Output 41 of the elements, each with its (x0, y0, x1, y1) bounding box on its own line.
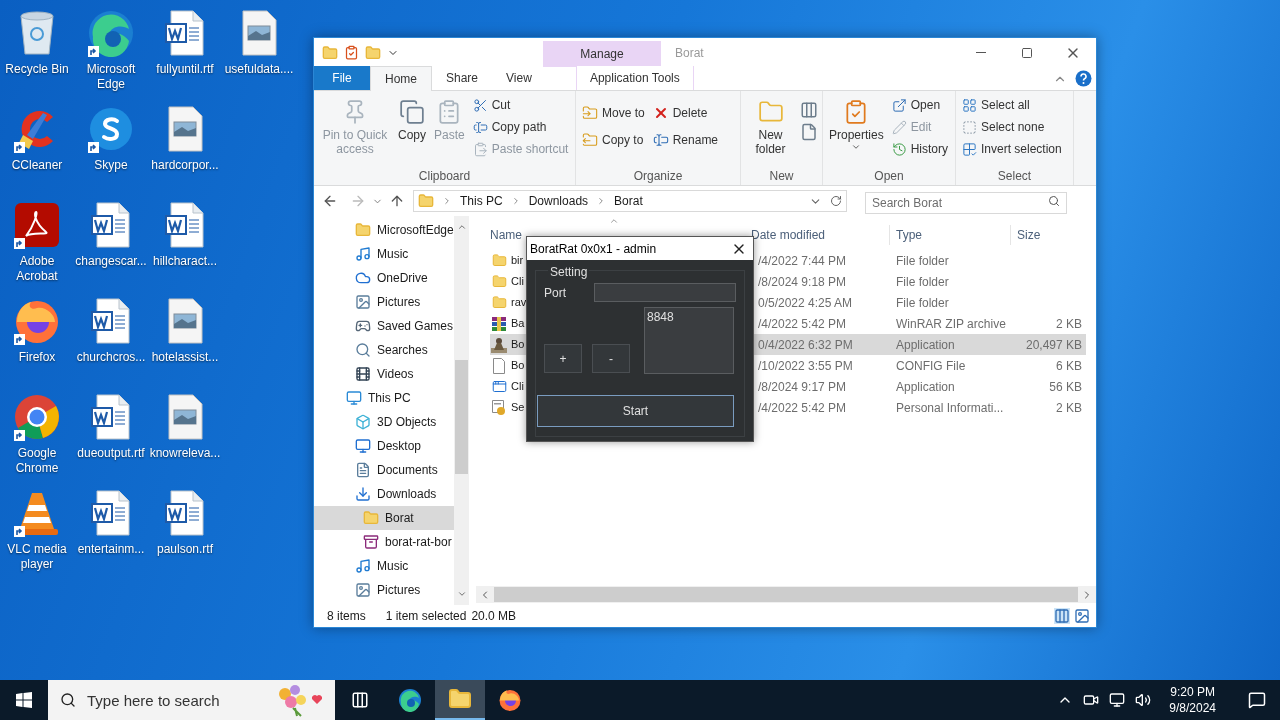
type-cell-text: File folder (896, 252, 950, 270)
ribbon-group-label: New (768, 168, 795, 185)
size-cell-text: 2 KB (1055, 399, 1083, 417)
port-label: Port (544, 284, 566, 302)
window-title: Borat (675, 44, 704, 62)
ribbon-group-label: Open (873, 168, 905, 185)
status-text: 20.0 MB (471, 608, 517, 625)
type-cell-text: Application (896, 378, 956, 396)
status-text: 8 items (327, 608, 366, 625)
file-name: Bo (511, 337, 525, 353)
type-cell-text: WinRAR ZIP archive (896, 315, 1007, 333)
date-cell-text: /8/2024 9:17 PM (757, 378, 848, 396)
date-cell-text: /4/2022 7:44 PM (757, 252, 848, 270)
date-cell-text: 0/5/2022 4:25 AM (757, 294, 854, 312)
date-cell-text: /10/2022 3:55 PM (757, 357, 854, 375)
ribbon-group-label: Clipboard (417, 168, 472, 185)
type-cell-text: Personal Informati... (896, 399, 1005, 417)
file-name: Ba (511, 316, 525, 332)
file-name: Cli (511, 274, 524, 290)
ribbon-group-label: Organize (632, 168, 684, 185)
file-name: Cli (511, 379, 524, 395)
file-name: rav (511, 295, 527, 311)
size-cell-text: 6 KB (1055, 357, 1083, 375)
date-cell-text: /4/2022 5:42 PM (757, 399, 848, 417)
file-name: bir (511, 253, 524, 269)
size-cell-text: 56 KB (1048, 378, 1083, 396)
type-cell-text: File folder (896, 294, 950, 312)
type-cell-text: File folder (896, 273, 950, 291)
context-tab-header: Manage (543, 41, 661, 67)
size-cell-text: 2 KB (1055, 315, 1083, 333)
type-cell: Application (896, 334, 1010, 355)
ribbon-group-label: Select (996, 168, 1033, 185)
size-cell: 20,497 KB (1010, 334, 1086, 355)
date-cell-text: /8/2024 9:18 PM (757, 273, 848, 291)
status-text: 1 item selected (385, 608, 467, 625)
date-cell: 0/4/2022 6:32 PM (752, 334, 896, 355)
file-name: Se (511, 400, 525, 416)
date-cell-text: /4/2022 5:42 PM (757, 315, 848, 333)
type-cell-text: CONFIG File (896, 357, 967, 375)
dialog-title: BoratRat 0x0x1 - admin (530, 240, 657, 258)
file-name: Bo (511, 358, 525, 374)
